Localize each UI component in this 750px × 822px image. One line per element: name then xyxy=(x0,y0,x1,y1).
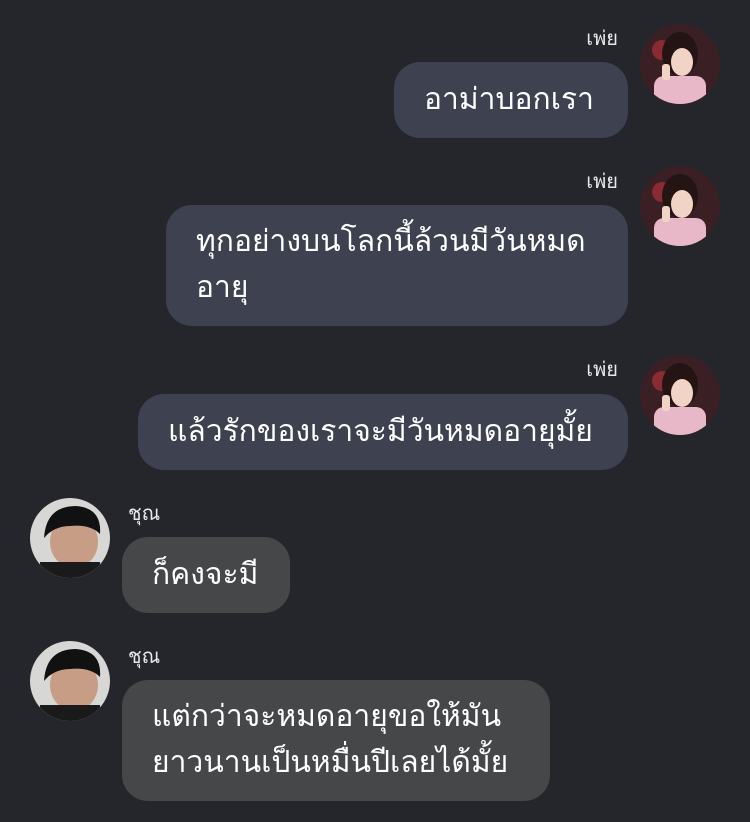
boy-avatar-icon[interactable] xyxy=(30,641,110,721)
sender-name: เพ่ย xyxy=(586,169,618,193)
sender-name: เพ่ย xyxy=(586,26,618,50)
sender-name: ชุณ xyxy=(128,644,161,668)
sender-name: ชุณ xyxy=(128,501,161,525)
boy-avatar-icon[interactable] xyxy=(30,498,110,578)
message-bubble[interactable]: แล้วรักของเราจะมีวันหมดอายุมั้ย xyxy=(138,394,628,470)
girl-avatar-icon[interactable] xyxy=(640,24,720,104)
sender-name: เพ่ย xyxy=(586,357,618,381)
message-bubble[interactable]: ทุกอย่างบนโลกนี้ล้วนมีวันหมด อายุ xyxy=(166,205,628,326)
girl-avatar-icon[interactable] xyxy=(640,166,720,246)
girl-avatar-icon[interactable] xyxy=(640,355,720,435)
message-bubble[interactable]: ก็คงจะมี xyxy=(122,537,290,613)
message-bubble[interactable]: แต่กว่าจะหมดอายุขอให้มัน ยาวนานเป็นหมื่น… xyxy=(122,680,550,801)
message-bubble[interactable]: อาม่าบอกเรา xyxy=(394,62,628,138)
chat-thread: เพ่ย อาม่าบอกเรา เพ่ย ทุกอย่างบนโลกนี้ล้… xyxy=(0,0,750,822)
